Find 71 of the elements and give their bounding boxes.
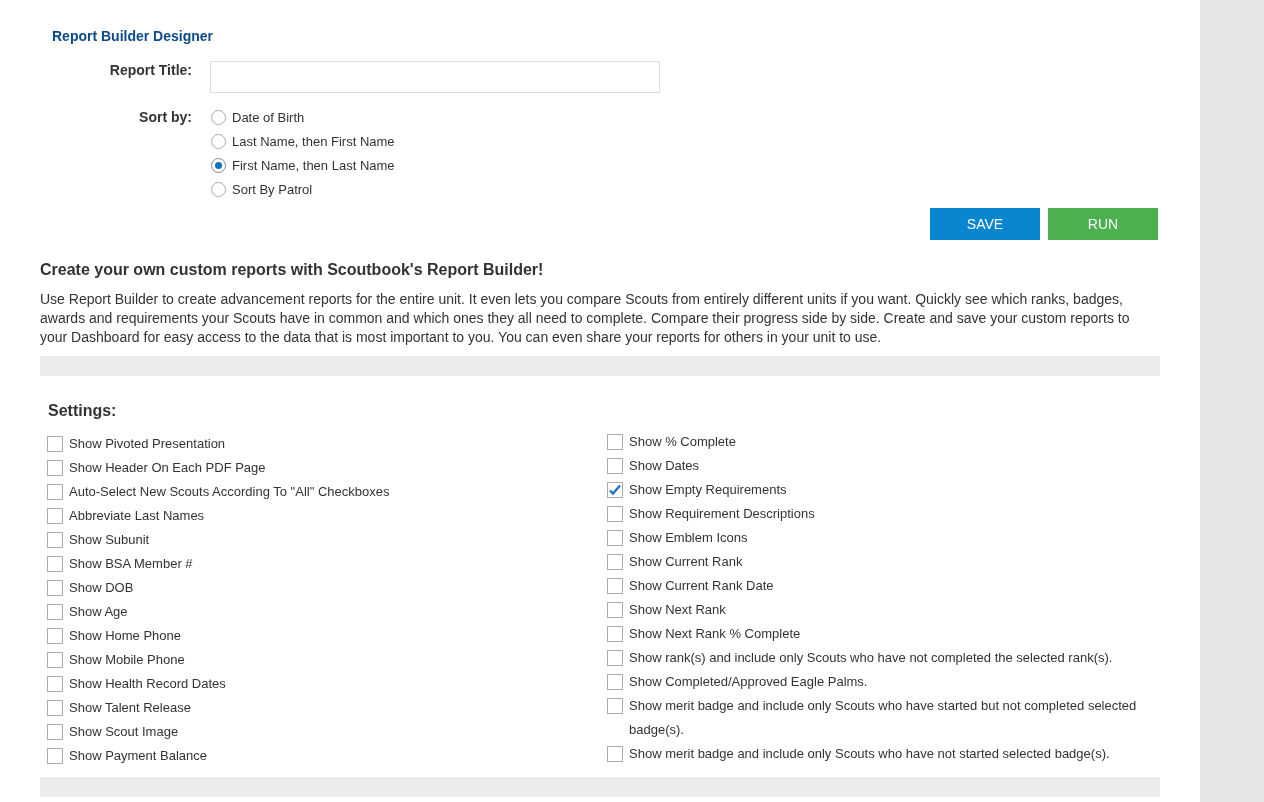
- checkbox-label: Show Pivoted Presentation: [69, 435, 226, 453]
- checkbox[interactable]: [607, 434, 623, 450]
- checkbox[interactable]: [47, 556, 63, 572]
- checkbox-label: Show Current Rank Date: [629, 577, 774, 595]
- checkbox-label: Show % Complete: [629, 433, 736, 451]
- checkbox[interactable]: [47, 484, 63, 500]
- checkbox-label: Show Dates: [629, 457, 700, 475]
- radio-label: Last Name, then First Name: [232, 133, 395, 149]
- checkbox[interactable]: [607, 746, 623, 762]
- checkbox[interactable]: [47, 508, 63, 524]
- checkbox[interactable]: [607, 578, 623, 594]
- checkbox[interactable]: [607, 626, 623, 642]
- checkbox-label: Show Payment Balance: [69, 747, 208, 765]
- radio-label: First Name, then Last Name: [232, 157, 395, 173]
- checkbox-label: Show Current Rank: [629, 553, 743, 571]
- checkbox-label: Show Empty Requirements: [629, 481, 787, 499]
- checkbox-label: Show Health Record Dates: [69, 675, 226, 693]
- page-title: Report Builder Designer: [52, 28, 215, 46]
- checkbox[interactable]: [607, 698, 623, 714]
- checkbox-label: Show Talent Release: [69, 699, 191, 717]
- checkbox[interactable]: [47, 532, 63, 548]
- checkbox[interactable]: [47, 436, 63, 452]
- checkbox[interactable]: [607, 482, 623, 498]
- checkbox-label: Show Next Rank % Complete: [629, 625, 801, 643]
- checkbox[interactable]: [47, 604, 63, 620]
- checkbox-label: Show merit badge and include only Scouts who have started but not completed selected badge(s).: [629, 697, 1138, 739]
- checkbox-label: Show Next Rank: [629, 601, 726, 619]
- checkbox[interactable]: [47, 700, 63, 716]
- settings-heading: Settings:: [48, 401, 118, 421]
- checkbox[interactable]: [47, 652, 63, 668]
- checkbox-label: Show Home Phone: [69, 627, 181, 645]
- checkbox-label: Show Subunit: [69, 531, 150, 549]
- checkbox-label: Show Age: [69, 603, 128, 621]
- checkbox-label: Abbreviate Last Names: [69, 507, 205, 525]
- save-button[interactable]: SAVE: [930, 208, 1040, 240]
- checkbox[interactable]: [47, 724, 63, 740]
- checkbox[interactable]: [607, 554, 623, 570]
- checkbox[interactable]: [47, 460, 63, 476]
- checkbox[interactable]: [607, 506, 623, 522]
- checkbox[interactable]: [47, 676, 63, 692]
- description-paragraph: Use Report Builder to create advancement reports for the entire unit. It even lets you compare Scouts from entirely different units if you want. Quickly see which ranks, badges, awards and requirements your Scouts have in common and which ones they all need to complete. Compare their progress side by side. Create and save your custom reports to your Dashboard for easy access to the data that is most important to you. You can even share your reports for others in your unit to use.: [40, 290, 1131, 347]
- radio-button[interactable]: [211, 109, 226, 125]
- checkbox-label: Show Mobile Phone: [69, 651, 185, 669]
- checkbox[interactable]: [607, 674, 623, 690]
- checkbox-label: Show Completed/Approved Eagle Palms.: [629, 673, 868, 691]
- checkbox[interactable]: [607, 458, 623, 474]
- checkbox-label: Show rank(s) and include only Scouts who have not completed the selected rank(s).: [629, 649, 1113, 667]
- radio-label: Date of Birth: [232, 109, 305, 125]
- checkbox[interactable]: [607, 602, 623, 618]
- checkbox-label: Show Requirement Descriptions: [629, 505, 815, 523]
- radio-button[interactable]: [211, 157, 226, 173]
- checkbox[interactable]: [47, 748, 63, 764]
- section-heading: Create your own custom reports with Scoutbook's Report Builder!: [40, 260, 545, 280]
- radio-label: Sort By Patrol: [232, 181, 313, 197]
- field-label: Sort by:: [138, 108, 193, 126]
- checkbox-label: Show Scout Image: [69, 723, 179, 741]
- run-button[interactable]: RUN: [1048, 208, 1158, 240]
- radio-button[interactable]: [211, 181, 226, 197]
- checkbox[interactable]: [47, 580, 63, 596]
- checkbox-label: Show DOB: [69, 579, 134, 597]
- checkbox-label: Show BSA Member #: [69, 555, 193, 573]
- field-label: Report Title:: [108, 61, 193, 80]
- checkbox[interactable]: [47, 628, 63, 644]
- checkbox-label: Show Emblem Icons: [629, 529, 748, 547]
- checkbox-label: Auto-Select New Scouts According To "All" Checkboxes: [69, 483, 390, 501]
- checkbox-label: Show Header On Each PDF Page: [69, 459, 266, 477]
- checkbox[interactable]: [607, 530, 623, 546]
- checkbox-label: Show merit badge and include only Scouts who have not started selected badge(s).: [629, 745, 1110, 763]
- radio-button[interactable]: [211, 133, 226, 149]
- report-title-field[interactable]: [210, 61, 660, 93]
- checkbox[interactable]: [607, 650, 623, 666]
